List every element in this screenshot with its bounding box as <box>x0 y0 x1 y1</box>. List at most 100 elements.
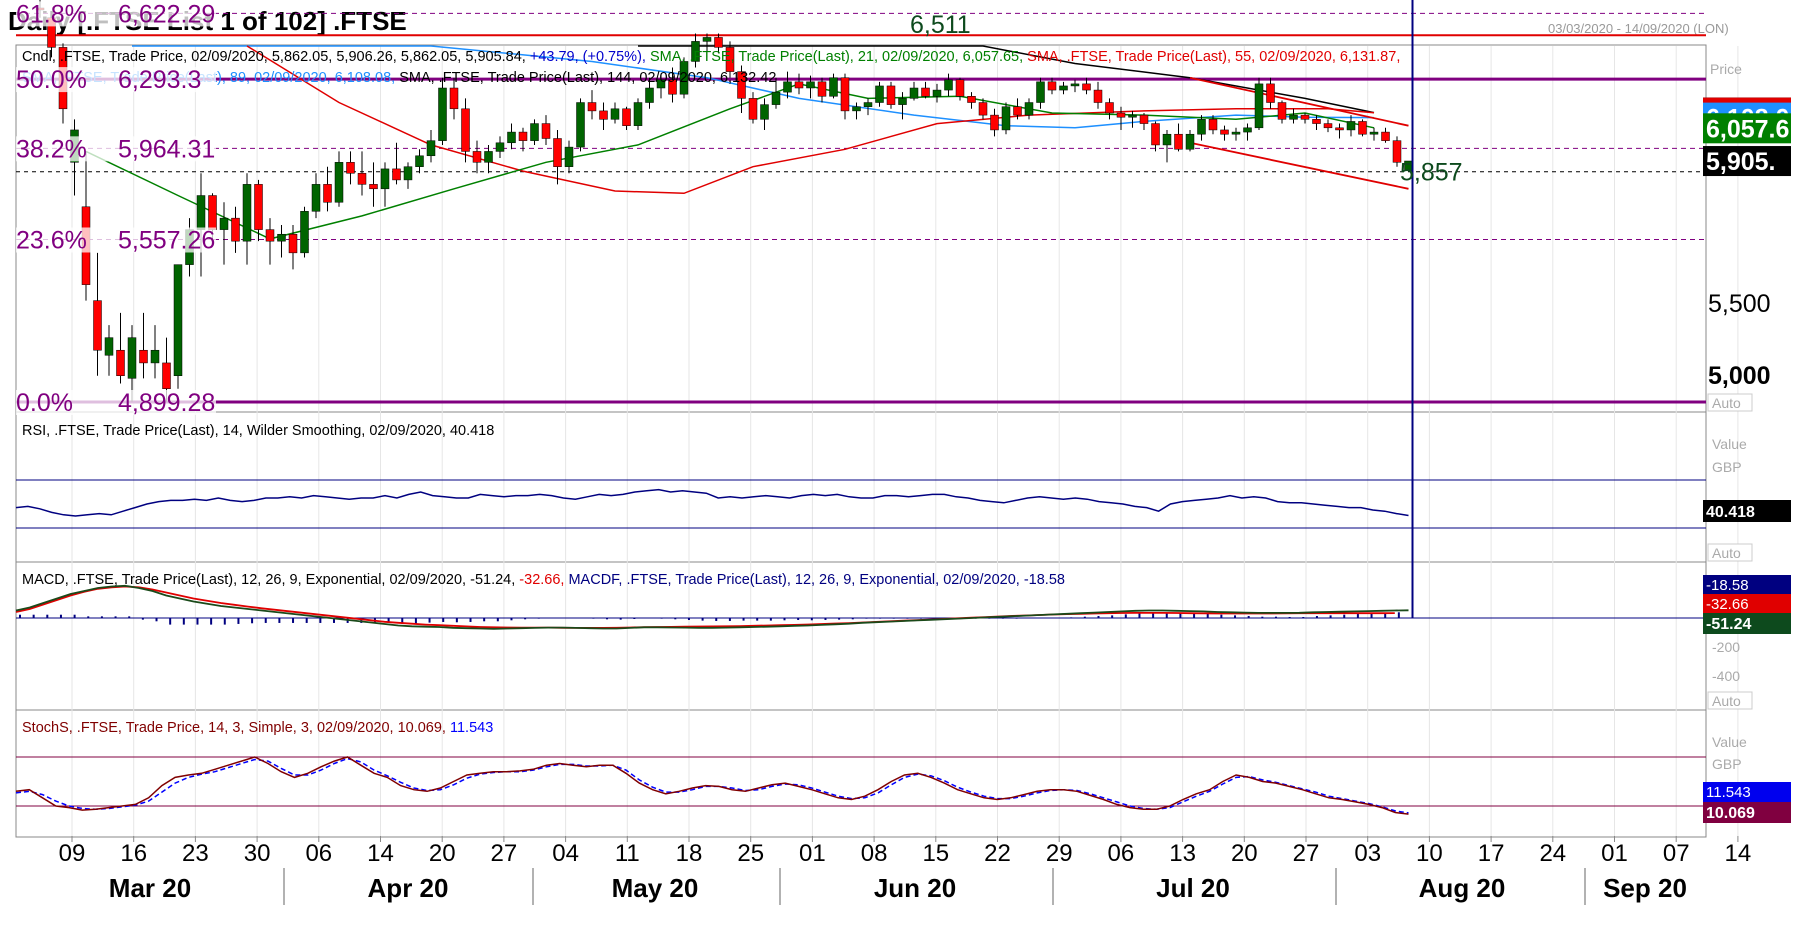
candle-up <box>1070 83 1080 87</box>
x-month-label: Sep 20 <box>1603 873 1687 903</box>
candle-down <box>748 98 758 120</box>
candle-up <box>1059 85 1068 91</box>
candle-down <box>1093 89 1103 103</box>
candle-down <box>1312 119 1321 124</box>
candle-down <box>955 79 965 97</box>
price-tick-5000: 5,000 <box>1708 362 1771 390</box>
rsi-axis-value: Value <box>1712 436 1747 452</box>
candle-down <box>449 87 459 110</box>
macd-tag-text: -51.24 <box>1706 616 1751 633</box>
candle-down <box>1358 121 1367 135</box>
macd-legend-main: MACD, .FTSE, Trade Price(Last), 12, 26, … <box>22 572 519 588</box>
price-tag-text: 5,905. <box>1706 148 1776 176</box>
candle-down <box>541 123 551 139</box>
x-day-label: 04 <box>552 840 579 867</box>
candle-down <box>622 108 631 126</box>
x-day-label: 27 <box>491 840 518 867</box>
x-day-label: 25 <box>737 840 764 867</box>
candle-up <box>173 264 183 377</box>
candle-down <box>323 184 332 203</box>
candle-down <box>1105 102 1114 114</box>
candle-up <box>576 102 585 148</box>
x-day-label: 06 <box>1108 840 1135 867</box>
x-day-label: 08 <box>861 840 888 867</box>
candle-up <box>1024 102 1034 116</box>
candle-up <box>380 168 390 190</box>
candle-down <box>93 300 102 351</box>
candle-up <box>564 146 574 167</box>
candle-down <box>817 81 827 97</box>
price-legend-line1: Cndl, .FTSE, Trade Price, 02/09/2020, 5,… <box>22 49 1400 65</box>
candle-up <box>104 337 114 356</box>
candle-down <box>599 110 608 120</box>
candle-down <box>990 114 999 131</box>
candle-up <box>495 142 505 152</box>
candle-up <box>852 106 861 112</box>
x-day-label: 30 <box>244 840 271 867</box>
x-day-label: 01 <box>799 840 826 867</box>
candle-down <box>886 85 896 105</box>
x-day-label: 14 <box>1725 840 1752 867</box>
x-day-label: 10 <box>1416 840 1443 867</box>
x-day-label: 20 <box>429 840 456 867</box>
candle-up <box>771 91 781 105</box>
candle-up <box>334 162 344 203</box>
price-axis-title: Price <box>1710 61 1742 77</box>
candle-down <box>1139 114 1149 124</box>
x-day-label: 16 <box>120 840 147 867</box>
candle-down <box>357 173 367 185</box>
candle-down <box>288 233 298 254</box>
stoch-axis-gbp: GBP <box>1712 756 1742 772</box>
candle-up <box>1254 83 1264 129</box>
candle-down <box>967 96 976 103</box>
x-day-label: 09 <box>59 840 86 867</box>
price-legend-sma144: SMA, .FTSE, Trade Price(Last), 144, 02/0… <box>399 70 776 86</box>
fib-value-label: 6,622.29 <box>118 0 215 28</box>
candle-down <box>794 81 804 89</box>
fib-value-label: 6,293.3 <box>118 66 201 94</box>
x-day-label: 17 <box>1478 840 1505 867</box>
candle-down <box>1174 133 1183 150</box>
candle-up <box>1369 131 1379 135</box>
candle-up <box>1197 119 1206 135</box>
fib-value-label: 5,964.31 <box>118 135 215 163</box>
price-legend-sma55: SMA, .FTSE, Trade Price(Last), 55, 02/09… <box>1027 49 1400 65</box>
candle-down <box>1208 119 1218 131</box>
candle-up <box>1001 106 1011 131</box>
stoch-axis-value: Value <box>1712 734 1747 750</box>
candle-up <box>1162 133 1172 146</box>
date-range: 03/03/2020 - 14/09/2020 (LON) <box>1548 21 1729 36</box>
candle-up <box>610 108 620 120</box>
candle-up <box>403 166 413 181</box>
macd-tick-400: -400 <box>1712 668 1740 684</box>
candle-up <box>1346 121 1356 131</box>
price-axis-tags: 6,132.46,131.86,108.06,057.65,905. <box>1703 97 1791 177</box>
macd-legend-signal: -32.66, <box>519 572 568 588</box>
candle-up <box>438 87 447 141</box>
candle-up <box>875 85 884 103</box>
x-day-label: 22 <box>984 840 1011 867</box>
candle-up <box>898 98 907 105</box>
candle-up <box>1185 133 1195 150</box>
macd-signal-tag-text: -32.66 <box>1706 596 1749 613</box>
candle-up <box>484 151 493 163</box>
candle-down <box>587 102 597 112</box>
candle-down <box>921 87 930 97</box>
background <box>0 0 1794 933</box>
candle-up <box>909 87 919 99</box>
fib-pct-label: 23.6% <box>16 226 87 254</box>
rsi-legend: RSI, .FTSE, Trade Price(Last), 14, Wilde… <box>22 423 494 439</box>
fib-value-label: 5,557.26 <box>118 226 215 254</box>
x-day-label: 06 <box>305 840 332 867</box>
candle-up <box>702 37 712 42</box>
candle-down <box>231 217 240 242</box>
macd-auto-label: Auto <box>1712 693 1741 709</box>
macd-legend: MACD, .FTSE, Trade Price(Last), 12, 26, … <box>22 572 1065 588</box>
candle-up <box>507 131 516 144</box>
candle-down <box>714 37 723 48</box>
candle-down <box>116 349 125 377</box>
macd-tick-200: -200 <box>1712 639 1740 655</box>
candle-up <box>196 195 206 230</box>
candle-up <box>1128 114 1137 118</box>
x-day-label: 03 <box>1354 840 1381 867</box>
